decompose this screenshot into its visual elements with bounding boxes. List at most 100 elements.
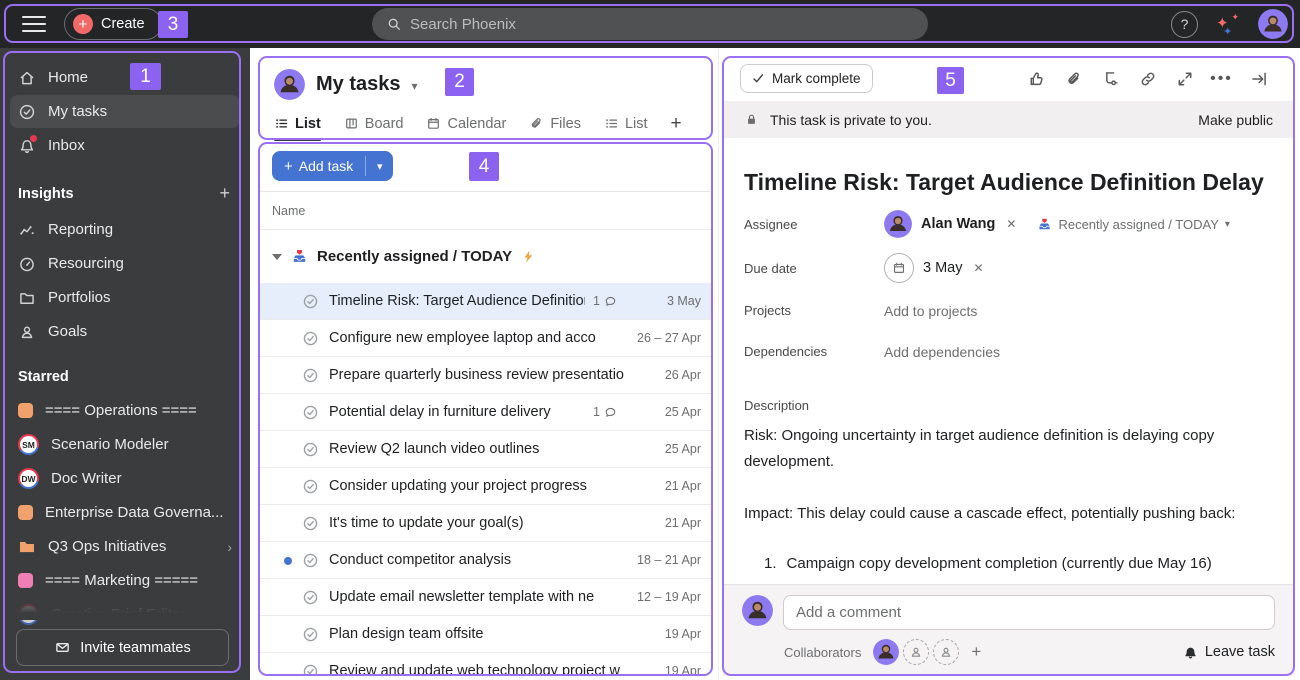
add-to-projects-button[interactable]: Add to projects [884,303,977,319]
sidebar-item-goals[interactable]: Goals [10,315,240,348]
bell-icon [1183,645,1198,660]
task-due-date: 12 – 19 Apr [637,590,701,604]
starred-item[interactable]: Q3 Ops Initiatives › [10,530,240,563]
task-name: It's time to update your goal(s) [329,515,524,531]
check-circle-icon[interactable] [302,293,319,310]
sidebar-item-my-tasks[interactable]: My tasks [10,95,240,128]
check-circle-icon[interactable] [302,515,319,532]
comment-input[interactable]: Add a comment [783,595,1275,630]
add-dependencies-button[interactable]: Add dependencies [884,344,1000,360]
check-circle-icon[interactable] [302,404,319,421]
starred-item[interactable]: SM Scenario Modeler [10,428,240,461]
starred-item[interactable]: CB Creative Brief Editor [10,598,240,631]
create-button[interactable]: + Create [64,8,162,40]
remove-assignee-button[interactable]: ✕ [1004,217,1018,231]
more-icon[interactable]: ••• [1203,70,1240,88]
task-row[interactable]: Review Q2 launch video outlines 25 Apr [258,431,713,468]
task-row[interactable]: Prepare quarterly business review presen… [258,357,713,394]
task-row[interactable]: Review and update web technology project… [258,653,713,676]
tab-label: List [295,115,321,132]
invite-teammates-button[interactable]: Invite teammates [16,629,229,666]
sidebar-item-label: Portfolios [48,289,111,306]
task-row[interactable]: Potential delay in furniture delivery 1 25… [258,394,713,431]
tab-files[interactable]: Files [529,116,581,141]
task-row[interactable]: Conduct competitor analysis 18 – 21 Apr [258,542,713,579]
task-section-dropdown[interactable]: Recently assigned / TODAY ▾ [1037,217,1230,232]
leave-task-button[interactable]: Leave task [1183,644,1275,660]
ai-sparkles-icon[interactable]: ✦ ✦ ✦ [1216,12,1240,38]
tab-board[interactable]: Board [344,116,403,141]
task-row[interactable]: It's time to update your goal(s) 21 Apr [258,505,713,542]
task-row[interactable]: Timeline Risk: Target Audience Definitio… [258,283,713,320]
collaborator-placeholder[interactable] [933,639,960,665]
task-name: Consider updating your project progress [329,478,587,494]
unread-dot [284,556,292,565]
hamburger-menu-icon[interactable] [22,16,46,32]
check-circle-icon[interactable] [302,367,319,384]
annotation-label-1: 1 [130,63,161,90]
folder-icon [18,289,36,307]
paperclip-icon[interactable] [1055,70,1092,88]
collaborator-placeholder[interactable] [903,639,930,665]
starred-item[interactable]: ==== Marketing ===== [10,564,240,597]
column-header-name: Name [272,203,306,218]
sidebar-item-label: Goals [48,323,88,340]
task-row[interactable]: Consider updating your project progress 2… [258,468,713,505]
tab-list[interactable]: List [274,116,321,141]
starred-item[interactable]: DW Doc Writer [10,462,240,495]
add-task-dropdown[interactable]: ▾ [366,151,393,181]
starred-item-label: Enterprise Data Governa... [45,504,224,521]
chevron-right-icon[interactable]: › [227,539,232,555]
check-circle-icon[interactable] [302,663,319,676]
sidebar-item-reporting[interactable]: Reporting [10,213,240,246]
sidebar-item-inbox[interactable]: Inbox [10,129,240,162]
task-row[interactable]: Configure new employee laptop and acco 26… [258,320,713,357]
add-insight-button[interactable]: + [219,183,230,204]
sidebar-item-portfolios[interactable]: Portfolios [10,281,240,314]
remove-due-date-button[interactable]: ✕ [972,261,986,275]
check-circle-icon[interactable] [302,441,319,458]
user-avatar[interactable] [1258,9,1288,39]
starred-item[interactable]: ==== Operations ==== [10,394,240,427]
home-icon [18,69,36,87]
task-row[interactable]: Update email newsletter template with ne… [258,579,713,616]
help-button[interactable]: ? [1171,10,1198,38]
mark-complete-button[interactable]: Mark complete [740,64,873,93]
chevron-down-icon[interactable]: ▾ [412,79,418,93]
check-circle-icon[interactable] [302,589,319,606]
section-collapse-icon[interactable] [272,253,282,260]
sidebar-item-home[interactable]: Home [10,61,240,94]
thumbs-up-icon[interactable] [1018,70,1055,88]
task-row[interactable]: Plan design team offsite 19 Apr [258,616,713,653]
section-header[interactable]: Recently assigned / TODAY [258,230,713,283]
project-color-swatch [18,505,33,520]
check-circle-icon[interactable] [302,552,319,569]
assignee-name[interactable]: Alan Wang [921,216,995,232]
description-body[interactable]: Risk: Ongoing uncertainty in target audi… [722,417,1277,527]
add-task-button[interactable]: + Add task ▾ [272,151,394,181]
tab-list[interactable]: List [604,116,648,141]
link-icon[interactable] [1129,70,1166,88]
search-input[interactable]: Search Phoenix [372,8,928,40]
task-due-date: 19 Apr [664,627,701,641]
subtasks-icon[interactable] [1092,70,1129,88]
tab-calendar[interactable]: Calendar [426,116,506,141]
task-title[interactable]: Timeline Risk: Target Audience Definitio… [722,138,1295,202]
assignee-avatar[interactable] [884,210,912,238]
make-public-button[interactable]: Make public [1198,112,1273,128]
check-circle-icon[interactable] [302,626,319,643]
add-collaborator-button[interactable]: + [971,642,981,662]
collaborator-avatar[interactable] [873,639,900,665]
due-date-value[interactable]: 3 May [923,260,963,276]
collapse-right-icon[interactable] [1240,70,1277,88]
list-icon [274,116,289,131]
add-tab-button[interactable]: + [671,113,682,143]
comment-footer: Add a comment Collaborators + Leave task [722,584,1295,676]
starred-item[interactable]: Enterprise Data Governa... [10,496,240,529]
calendar-icon[interactable] [884,253,914,283]
description-list-item[interactable]: 1. Campaign copy development completion (… [722,553,1295,572]
check-circle-icon[interactable] [302,330,319,347]
expand-icon[interactable] [1166,70,1203,88]
check-circle-icon[interactable] [302,478,319,495]
sidebar-item-resourcing[interactable]: Resourcing [10,247,240,280]
